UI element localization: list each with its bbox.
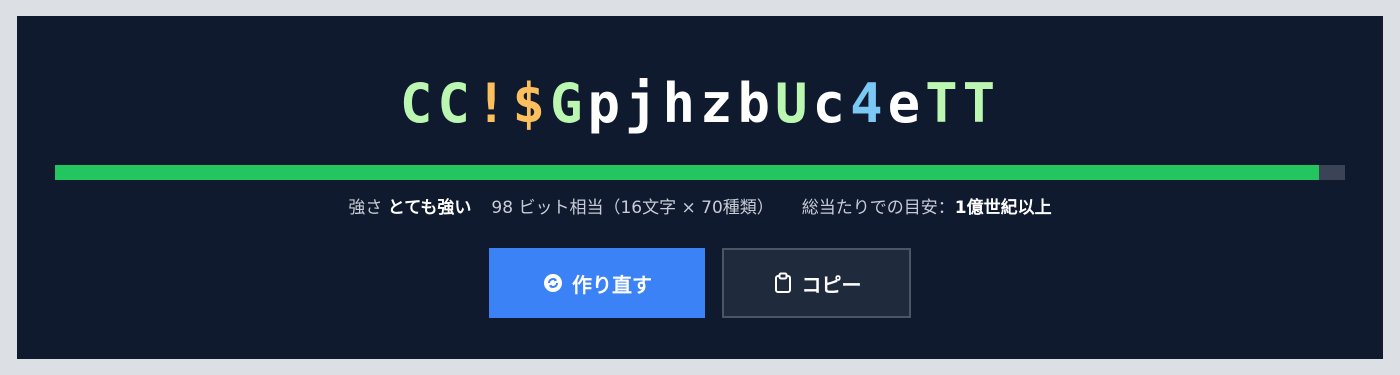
password-char: c — [812, 72, 851, 135]
password-char: e — [887, 72, 926, 135]
strength-info: 強さ とても強い 98 ビット相当（16文字 × 70種類） 総当たりでの目安：1億… — [17, 196, 1383, 220]
password-char: T — [962, 72, 1001, 135]
regenerate-label: 作り直す — [572, 272, 652, 297]
password-char: C — [437, 72, 475, 135]
regenerate-button[interactable]: 作り直す — [489, 248, 705, 318]
clipboard-icon — [772, 272, 794, 294]
password-char: G — [549, 72, 588, 135]
crack-time-label: 総当たりでの目安： — [801, 198, 955, 218]
copy-label: コピー — [801, 272, 862, 297]
password-char: C — [399, 72, 438, 135]
password-char: $ — [512, 72, 550, 135]
password-char: U — [775, 72, 813, 135]
crack-time-value: 1億世紀以上 — [954, 198, 1052, 218]
copy-button[interactable]: コピー — [722, 248, 911, 318]
password-char: h — [662, 72, 700, 135]
strength-label: 強さ — [348, 198, 383, 218]
refresh-icon — [542, 272, 564, 294]
password-char: T — [925, 72, 963, 135]
strength-value: とても強い — [387, 198, 472, 218]
entropy-text: 98 ビット相当（16文字 × 70種類） — [491, 198, 774, 218]
password-char: ! — [474, 72, 513, 135]
generator-panel: CC!$GpjhzbUc4eTT 強さ とても強い 98 ビット相当（16文字 ×… — [17, 16, 1383, 359]
strength-meter-fill — [55, 165, 1320, 180]
password-char: j — [624, 72, 663, 135]
password-char: p — [587, 72, 625, 135]
strength-meter — [55, 165, 1345, 180]
password-char: b — [737, 72, 776, 135]
password-char: 4 — [850, 72, 888, 135]
generated-password[interactable]: CC!$GpjhzbUc4eTT — [17, 74, 1383, 134]
password-char: z — [700, 72, 738, 135]
